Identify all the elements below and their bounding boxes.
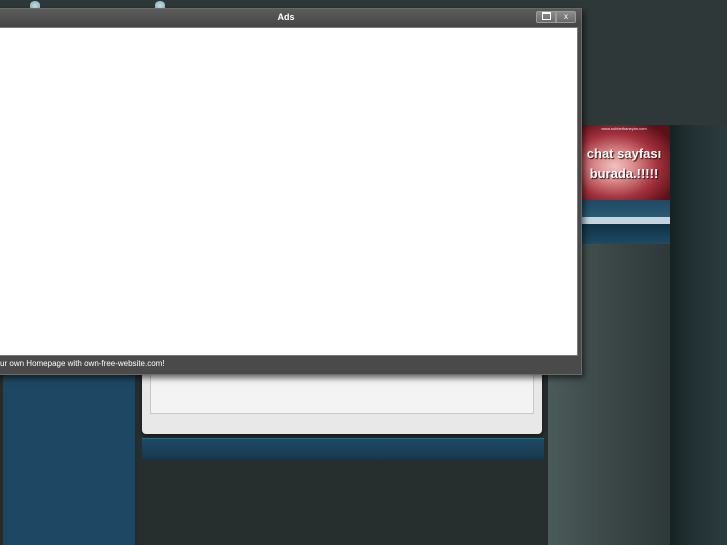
banner-url-text: www.sohbethaneyim.com (601, 126, 647, 131)
content-panel (142, 372, 542, 434)
sidebar-strip-dark (578, 224, 670, 244)
ads-footer-link[interactable]: Your own Homepage with own-free-website.… (0, 356, 165, 372)
ads-window: Ads x Your own Homepage with own-free-we… (0, 8, 582, 375)
sidebar-strip (578, 200, 670, 217)
banner-headline-2: burada.!!!!! (589, 166, 659, 181)
banner-headline-1: chat sayfası (586, 146, 662, 161)
content-footer-bar (142, 438, 544, 459)
chat-banner-ad[interactable]: www.sohbethaneyim.com chat sayfası burad… (578, 125, 670, 200)
far-right-gradient (670, 125, 727, 545)
sidebar-strip-light (578, 217, 670, 224)
close-icon: x (564, 12, 568, 21)
maximize-icon (541, 12, 551, 21)
ads-window-title: Ads (277, 12, 295, 22)
close-button[interactable]: x (556, 11, 576, 23)
ads-window-titlebar[interactable]: Ads x (0, 9, 581, 27)
ads-content-area (0, 27, 578, 356)
content-panel-inner (150, 372, 534, 414)
maximize-button[interactable] (536, 11, 556, 23)
left-sidebar-column (3, 372, 135, 545)
